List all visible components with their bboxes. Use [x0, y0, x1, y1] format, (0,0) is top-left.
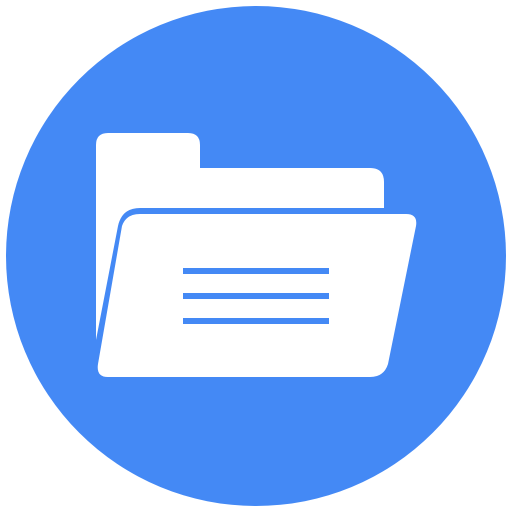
open-folder-icon — [0, 0, 512, 512]
document-line-2 — [183, 293, 329, 299]
document-line-3 — [183, 318, 329, 324]
document-line-1 — [183, 268, 329, 274]
app-icon — [0, 0, 512, 512]
